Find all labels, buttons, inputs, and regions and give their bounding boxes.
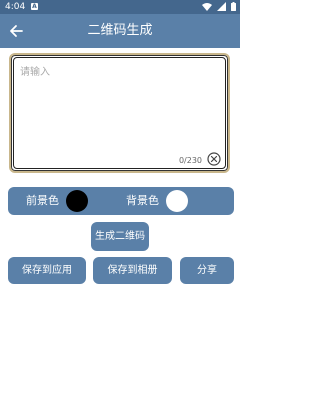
clear-circle-icon[interactable] — [207, 152, 221, 166]
color-settings-bar: 前景色 背景色 — [8, 187, 234, 215]
app-bar: 二维码生成 — [0, 14, 240, 48]
signal-icon — [217, 2, 227, 11]
text-input[interactable] — [18, 61, 221, 155]
save-to-album-button[interactable]: 保存到相册 — [93, 257, 172, 284]
generate-qr-button[interactable]: 生成二维码 — [91, 222, 149, 251]
foreground-color-label: 前景色 — [26, 194, 59, 207]
save-to-app-button[interactable]: 保存到应用 — [8, 257, 86, 284]
background-color-label: 背景色 — [126, 194, 159, 207]
status-icons — [200, 2, 236, 12]
text-input-frame: 0/230 — [13, 57, 226, 169]
notification-icon: A — [31, 3, 38, 10]
background-color-swatch[interactable] — [166, 190, 188, 212]
wifi-icon — [202, 3, 213, 11]
char-counter: 0/230 — [178, 156, 202, 165]
battery-icon — [231, 2, 236, 11]
status-bar: 4:04 A — [0, 0, 240, 14]
page-title: 二维码生成 — [87, 23, 153, 38]
status-time: 4:04 — [5, 2, 26, 12]
share-button[interactable]: 分享 — [180, 257, 234, 284]
foreground-color-swatch[interactable] — [66, 190, 88, 212]
text-input-container: 0/230 — [9, 53, 230, 173]
